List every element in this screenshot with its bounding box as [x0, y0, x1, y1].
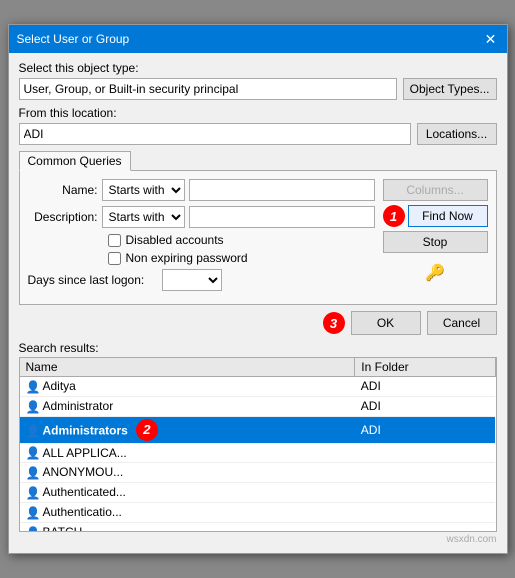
- tab-right-area: Name: Starts with Description: Starts wi…: [28, 179, 488, 296]
- cell-name: 👤Authenticatio...: [20, 503, 355, 523]
- tab-common-queries[interactable]: Common Queries: [19, 151, 131, 171]
- location-input[interactable]: [19, 123, 411, 145]
- table-row[interactable]: 👤AdityaADI: [20, 377, 496, 397]
- cell-folder: ADI: [355, 396, 495, 416]
- cell-name: 👤BATCH: [20, 522, 355, 532]
- dialog-title: Select User or Group: [17, 32, 130, 46]
- cell-folder: ADI: [355, 416, 495, 443]
- right-buttons-panel: Columns... 1 Find Now Stop 🔑: [383, 179, 488, 283]
- cell-folder: [355, 483, 495, 503]
- col-name-header: Name: [20, 358, 355, 377]
- location-row: Locations...: [19, 123, 497, 145]
- days-logon-dropdown[interactable]: [162, 269, 222, 291]
- location-label: From this location:: [19, 106, 497, 120]
- find-now-button[interactable]: Find Now: [408, 205, 488, 227]
- user-icon: 👤: [26, 380, 40, 394]
- cell-folder: [355, 443, 495, 463]
- columns-button[interactable]: Columns...: [383, 179, 488, 201]
- ok-button[interactable]: OK: [351, 311, 421, 335]
- cell-name: 👤Administrator: [20, 396, 355, 416]
- table-header-row: Name In Folder: [20, 358, 496, 377]
- description-label: Description:: [28, 210, 98, 224]
- close-button[interactable]: ✕: [483, 31, 499, 47]
- tab-content: Name: Starts with Description: Starts wi…: [19, 170, 497, 305]
- search-results-label: Search results:: [19, 341, 497, 355]
- table-row[interactable]: 👤AdministratorADI: [20, 396, 496, 416]
- cell-name: 👤Aditya: [20, 377, 355, 397]
- cell-folder: [355, 463, 495, 483]
- locations-button[interactable]: Locations...: [417, 123, 497, 145]
- table-row[interactable]: 👤Administrators2ADI: [20, 416, 496, 443]
- step2-badge: 2: [136, 419, 158, 441]
- select-user-dialog: Select User or Group ✕ Select this objec…: [8, 24, 508, 554]
- cell-name: 👤Administrators2: [20, 416, 355, 443]
- cell-name: 👤ANONYMOU...: [20, 463, 355, 483]
- cell-folder: ADI: [355, 377, 495, 397]
- object-type-input[interactable]: [19, 78, 397, 100]
- days-logon-row: Days since last logon:: [28, 269, 375, 291]
- user-icon: 👤: [26, 486, 40, 500]
- table-row[interactable]: 👤Authenticatio...: [20, 503, 496, 523]
- disabled-accounts-checkbox[interactable]: [108, 234, 121, 247]
- user-icon: 👤: [26, 466, 40, 480]
- name-input[interactable]: [189, 179, 375, 201]
- description-row: Description: Starts with: [28, 206, 375, 228]
- key-icon: 🔑: [383, 263, 488, 283]
- user-icon: 👤: [26, 526, 40, 532]
- col-folder-header: In Folder: [355, 358, 495, 377]
- description-dropdown[interactable]: Starts with: [102, 206, 185, 228]
- table-row[interactable]: 👤ANONYMOU...: [20, 463, 496, 483]
- object-type-row: Object Types...: [19, 78, 497, 100]
- cell-folder: [355, 503, 495, 523]
- disabled-accounts-label: Disabled accounts: [126, 233, 224, 247]
- ok-cancel-row: 3 OK Cancel: [19, 311, 497, 335]
- find-now-step: 1 Find Now: [383, 205, 488, 227]
- non-expiring-row: Non expiring password: [108, 251, 375, 265]
- table-row[interactable]: 👤ALL APPLICA...: [20, 443, 496, 463]
- step3-badge: 3: [323, 312, 345, 334]
- user-icon: 👤: [26, 506, 40, 520]
- table-row[interactable]: 👤BATCH: [20, 522, 496, 532]
- results-area: Name In Folder 👤AdityaADI👤AdministratorA…: [19, 357, 497, 532]
- stop-button[interactable]: Stop: [383, 231, 488, 253]
- cell-name: 👤ALL APPLICA...: [20, 443, 355, 463]
- cell-name: 👤Authenticated...: [20, 483, 355, 503]
- tab-wrapper: Common Queries Name: Starts with: [19, 151, 497, 305]
- object-type-label: Select this object type:: [19, 61, 497, 75]
- cancel-button[interactable]: Cancel: [427, 311, 497, 335]
- non-expiring-checkbox[interactable]: [108, 252, 121, 265]
- user-icon: 👤: [26, 446, 40, 460]
- user-icon: 👤: [26, 424, 40, 438]
- dialog-body: Select this object type: Object Types...…: [9, 53, 507, 553]
- name-label: Name:: [28, 183, 98, 197]
- object-types-button[interactable]: Object Types...: [403, 78, 497, 100]
- step1-badge: 1: [383, 205, 405, 227]
- watermark: wsxdn.com: [19, 534, 497, 545]
- description-input[interactable]: [189, 206, 375, 228]
- results-table: Name In Folder 👤AdityaADI👤AdministratorA…: [20, 358, 496, 532]
- user-icon: 👤: [26, 400, 40, 414]
- table-row[interactable]: 👤Authenticated...: [20, 483, 496, 503]
- non-expiring-label: Non expiring password: [126, 251, 248, 265]
- name-row: Name: Starts with: [28, 179, 375, 201]
- days-logon-label: Days since last logon:: [28, 273, 158, 287]
- title-bar: Select User or Group ✕: [9, 25, 507, 53]
- cell-folder: [355, 522, 495, 532]
- tab-form-area: Name: Starts with Description: Starts wi…: [28, 179, 375, 296]
- disabled-accounts-row: Disabled accounts: [108, 233, 375, 247]
- name-dropdown[interactable]: Starts with: [102, 179, 185, 201]
- results-table-wrapper[interactable]: Name In Folder 👤AdityaADI👤AdministratorA…: [19, 357, 497, 532]
